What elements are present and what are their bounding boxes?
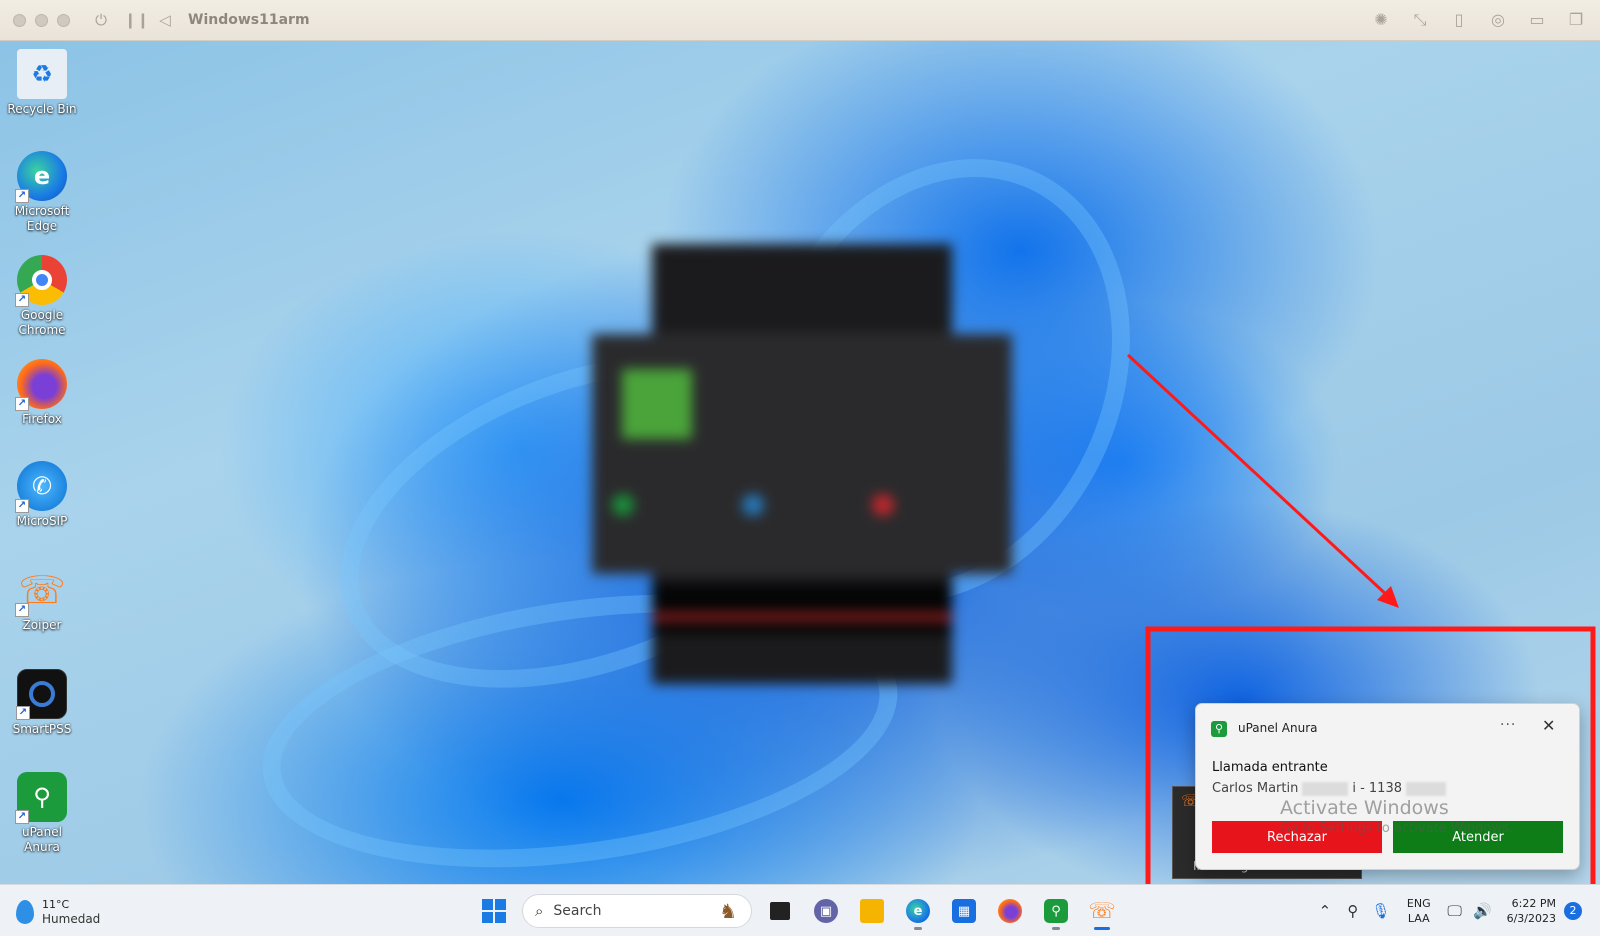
- vm-title: Windows11arm: [188, 12, 310, 28]
- pause-icon[interactable]: ❙❙: [124, 11, 149, 29]
- taskbar-store[interactable]: ▦: [946, 894, 982, 928]
- running-indicator: [1052, 927, 1060, 930]
- notification-title: Llamada entrante: [1212, 760, 1328, 775]
- taskbar-upanel-anura[interactable]: ⚲: [1038, 894, 1074, 930]
- zoiper-icon: ☏: [1088, 898, 1116, 924]
- weather-widget[interactable]: 11°C Humedad: [16, 897, 100, 927]
- brightness-icon[interactable]: ✺: [1371, 10, 1391, 30]
- more-options-icon[interactable]: ···: [1500, 717, 1516, 733]
- taskbar-task-view[interactable]: [762, 894, 798, 928]
- desktop-icon-firefox[interactable]: ↗ Firefox: [4, 359, 80, 427]
- volume-icon[interactable]: 🔊: [1471, 902, 1495, 920]
- smartpss-icon: ↗: [16, 669, 67, 720]
- power-icon[interactable]: ⏻: [92, 11, 110, 29]
- redacted-text: [1406, 781, 1446, 796]
- system-tray: ⌃ ⚲ 🎙 ENG LAA 🖵 🔊 6:22 PM 6/3/2023 2: [1309, 885, 1600, 936]
- taskbar-zoiper[interactable]: ☏: [1084, 894, 1120, 930]
- taskbar-teams-chat[interactable]: ▣: [808, 894, 844, 928]
- folder-icon[interactable]: ▭: [1527, 10, 1547, 30]
- start-button[interactable]: [476, 894, 512, 928]
- clock-date: 6/3/2023: [1506, 912, 1556, 925]
- accept-call-button[interactable]: Atender: [1393, 821, 1563, 853]
- notification-app-name: uPanel Anura: [1238, 721, 1318, 735]
- edge-icon: e ↗: [15, 151, 67, 203]
- chevron-up-icon[interactable]: ⌃: [1313, 902, 1337, 920]
- clock[interactable]: 6:22 PM 6/3/2023: [1507, 896, 1556, 926]
- zoiper-icon: ☏ ↗: [15, 565, 67, 617]
- taskbar-firefox[interactable]: [992, 894, 1028, 928]
- caller-name: Carlos Martin: [1212, 781, 1299, 796]
- upanel-anura-app-icon: ⚲: [1211, 721, 1227, 737]
- incoming-call-notification[interactable]: ⚲ uPanel Anura ··· ✕ Llamada entrante Ca…: [1195, 703, 1580, 870]
- taskbar-file-explorer[interactable]: [854, 894, 890, 928]
- taskbar-edge[interactable]: e: [900, 894, 936, 930]
- clock-time: 6:22 PM: [1511, 897, 1556, 910]
- weather-temp: 11°C: [42, 898, 70, 911]
- reject-call-button[interactable]: Rechazar: [1212, 821, 1382, 853]
- taskbar-apps: ⌕ Search ♞ ▣ e ▦ ⚲ ☏: [476, 894, 1120, 930]
- folder-icon: [860, 899, 884, 923]
- firefox-icon: ↗: [15, 359, 67, 411]
- minimize-window-button[interactable]: [35, 13, 48, 27]
- desktop-icon-edge[interactable]: e ↗ Microsoft Edge: [4, 151, 80, 234]
- windows-icon[interactable]: ❐: [1566, 10, 1586, 30]
- usb-icon[interactable]: ▯: [1449, 10, 1469, 30]
- desktop-icon-upanel-anura[interactable]: ⚲ ↗ uPanel Anura: [4, 772, 80, 855]
- notification-count-badge[interactable]: 2: [1564, 902, 1582, 920]
- upanel-anura-icon: ⚲ ↗: [15, 772, 67, 824]
- maximize-window-button[interactable]: [57, 13, 70, 27]
- search-placeholder: Search: [553, 903, 602, 919]
- vm-toolbar-right: ✺ ⤡ ▯ ◎ ▭ ❐: [1371, 10, 1586, 30]
- back-icon[interactable]: ◁: [156, 11, 174, 29]
- desktop-icon-smartpss[interactable]: ↗ SmartPSS: [4, 669, 80, 737]
- language-indicator[interactable]: ENG LAA: [1407, 896, 1431, 926]
- upanel-anura-icon: ⚲: [1044, 899, 1068, 923]
- desktop-icon-chrome[interactable]: ↗ Google Chrome: [4, 255, 80, 338]
- edge-icon: e: [906, 899, 930, 923]
- blurred-app-window: [542, 224, 1012, 706]
- redacted-text: [1302, 781, 1349, 796]
- raindrop-icon: [16, 900, 34, 924]
- chat-icon: ▣: [814, 899, 838, 923]
- microsip-icon: ✆ ↗: [15, 461, 67, 513]
- taskbar: 11°C Humedad ⌕ Search ♞ ▣ e ▦ ⚲ ☏ ⌃ ⚲ 🎙 …: [0, 884, 1600, 936]
- caller-number: i - 1138: [1352, 781, 1402, 796]
- desktop-icon-recycle-bin[interactable]: ♻ Recycle Bin: [4, 49, 80, 117]
- microphone-icon[interactable]: 🎙: [1369, 902, 1393, 920]
- taskbar-search[interactable]: ⌕ Search ♞: [522, 894, 752, 928]
- active-indicator: [1094, 927, 1110, 930]
- search-highlight-deer-icon: ♞: [719, 899, 737, 923]
- network-icon[interactable]: 🖵: [1443, 902, 1467, 920]
- upanel-tray-icon[interactable]: ⚲: [1341, 902, 1365, 920]
- recycle-bin-icon: ♻: [17, 49, 67, 99]
- firefox-icon: [998, 899, 1022, 923]
- resize-icon[interactable]: ⤡: [1410, 10, 1430, 30]
- window-controls: [13, 13, 70, 27]
- desktop-icon-microsip[interactable]: ✆ ↗ MicroSIP: [4, 461, 80, 529]
- close-window-button[interactable]: [13, 13, 26, 27]
- task-view-icon: [770, 902, 790, 920]
- disc-icon[interactable]: ◎: [1488, 10, 1508, 30]
- running-indicator: [914, 927, 922, 930]
- search-icon: ⌕: [535, 902, 544, 920]
- windows-logo-icon: [482, 899, 506, 923]
- desktop-icon-zoiper[interactable]: ☏ ↗ Zoiper: [4, 565, 80, 633]
- chrome-icon: ↗: [15, 255, 67, 307]
- store-icon: ▦: [952, 899, 976, 923]
- close-icon[interactable]: ✕: [1542, 716, 1555, 735]
- caller-info: Carlos Martin i - 1138: [1212, 781, 1446, 796]
- weather-condition: Humedad: [42, 912, 101, 926]
- vm-title-bar: ⏻ ❙❙ ◁ Windows11arm ✺ ⤡ ▯ ◎ ▭ ❐: [0, 0, 1600, 41]
